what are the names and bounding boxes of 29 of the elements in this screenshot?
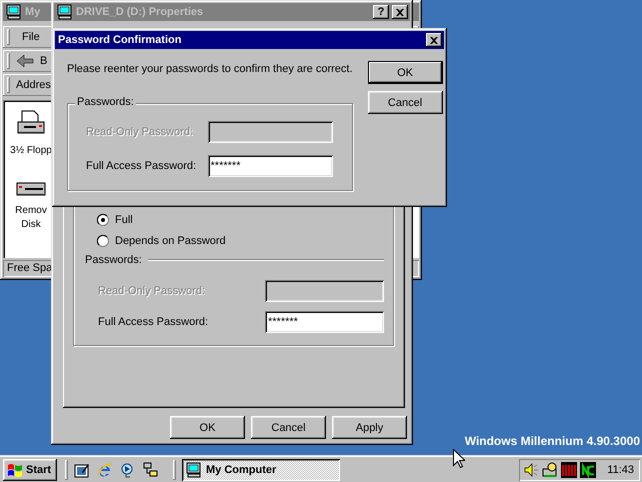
dialog-button[interactable]: Apply — [332, 416, 407, 439]
dialog-button[interactable]: OK — [368, 61, 443, 84]
drive-label[interactable]: 3½ Flopp — [10, 144, 52, 158]
dialog-button[interactable]: OK — [170, 416, 245, 439]
clock: 11:43 — [607, 464, 634, 476]
password-field[interactable]: ******* — [265, 311, 384, 333]
menu-item[interactable]: File — [22, 31, 40, 43]
field-label: Full Access Password: — [86, 160, 196, 172]
password-field[interactable]: ******* — [208, 155, 333, 177]
radio-label[interactable]: Depends on Password — [115, 234, 226, 246]
window-title: DRIVE_D (D:) Properties — [76, 6, 204, 18]
field-label: Read-Only Password: — [98, 285, 205, 297]
drive-label[interactable]: Remov Disk — [15, 204, 47, 232]
address-label: Addres — [16, 79, 51, 91]
back-button-label[interactable]: B — [40, 55, 48, 67]
dialog-button[interactable]: Cancel — [251, 416, 326, 439]
dialog-button[interactable]: Cancel — [368, 91, 443, 114]
window-title: Password Confirmation — [58, 34, 182, 46]
group-label: Passwords: — [75, 96, 136, 108]
start-button[interactable]: Start — [3, 458, 57, 480]
taskbar-button[interactable]: My Computer — [182, 458, 340, 480]
radio-label[interactable]: Full — [115, 214, 133, 226]
version-text: Windows Millennium 4.90.3000 — [464, 434, 640, 448]
help-button[interactable]: ? — [373, 5, 389, 19]
field-label: Full Access Password: — [98, 316, 208, 328]
message-text: Please reenter your passwords to confirm they are correct. — [67, 63, 353, 75]
section-label: Passwords: — [85, 254, 142, 266]
window-title: My — [25, 6, 40, 18]
field-label: Read-Only Password: — [86, 126, 193, 138]
